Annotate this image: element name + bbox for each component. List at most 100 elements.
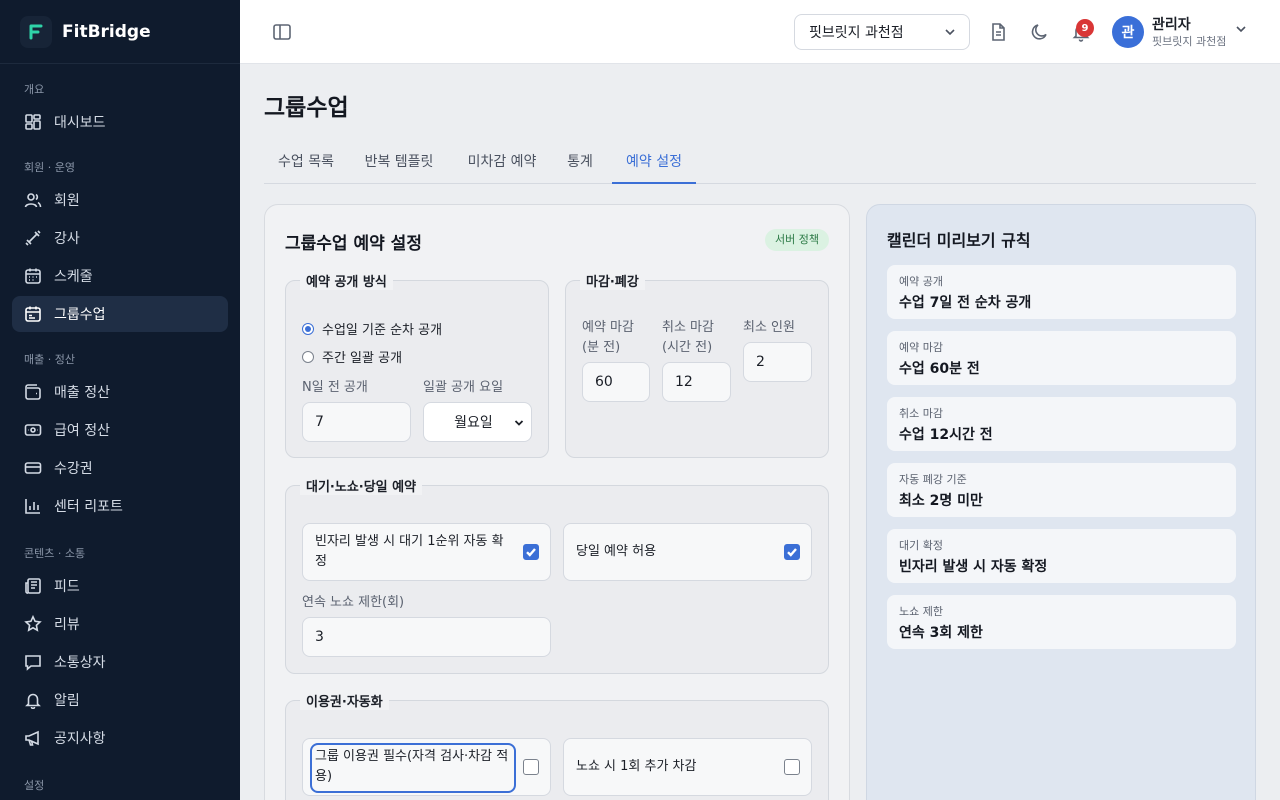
weekday-select-value: 월요일 [454, 415, 493, 431]
avatar[interactable]: 관 [1112, 16, 1144, 48]
dumbbell-icon [24, 229, 42, 247]
same-day-option[interactable]: 당일 예약 허용 [563, 523, 812, 581]
sidebar-item-sales-settlement[interactable]: 매출 정산 [12, 374, 228, 410]
rule-value: 연속 3회 제한 [899, 625, 983, 641]
rule-value: 수업 60분 전 [899, 361, 980, 377]
require-pass-option[interactable]: 그룹 이용권 필수(자격 검사·차감 적 용) [302, 738, 551, 796]
tab-class-list[interactable]: 수업 목록 [264, 140, 348, 184]
waitlist-legend: 대기·노쇼·당일 예약 [300, 476, 423, 495]
sidebar-item-members[interactable]: 회원 [12, 182, 228, 218]
calendar-check-icon [24, 305, 42, 323]
weekday-select[interactable]: 월요일 [423, 402, 532, 442]
sidebar-item-reviews[interactable]: 리뷰 [12, 606, 228, 642]
noshow-limit-input[interactable]: 3 [302, 617, 551, 657]
auto-confirm-label: 빈자리 발생 시 대기 1순위 자동 확 [315, 534, 504, 549]
auto-confirm-option[interactable]: 빈자리 발생 시 대기 1순위 자동 확 정 [302, 523, 551, 581]
sidebar-item-group-class[interactable]: 그룹수업 [12, 296, 228, 332]
branch-select-value: 핏브릿지 과천점 [809, 25, 904, 41]
rule-key: 노쇼 제한 [899, 605, 943, 618]
calendar-preview-panel: 캘린더 미리보기 규칙 예약 공개 수업 7일 전 순차 공개 예약 마감 수업… [866, 204, 1256, 800]
auto-confirm-label-cont: 정 [315, 554, 327, 569]
check-icon [787, 548, 797, 557]
rule-key: 자동 폐강 기준 [899, 473, 967, 486]
fitbridge-logo-icon [20, 15, 52, 48]
sidebar-toggle-button[interactable] [270, 20, 294, 44]
open-method-legend: 예약 공개 방식 [300, 271, 393, 290]
booking-settings-card: 그룹수업 예약 설정 서버 정책 예약 공개 방식 수업일 기준 순차 공개 주… [264, 204, 850, 800]
calendar-icon [24, 267, 42, 285]
newspaper-icon [24, 577, 42, 595]
user-name[interactable]: 관리자 [1152, 14, 1191, 34]
cancel-deadline-label: 취소 마감 [662, 320, 714, 335]
branch-select[interactable]: 핏브릿지 과천점 [794, 14, 970, 50]
wallet-icon [24, 383, 42, 401]
sidebar-item-label: 공지사항 [54, 731, 106, 747]
rule-card: 예약 마감 수업 60분 전 [887, 331, 1236, 385]
brand[interactable]: FitBridge [0, 0, 240, 64]
document-button[interactable] [987, 21, 1009, 43]
sidebar-item-center-report[interactable]: 센터 리포트 [12, 488, 228, 524]
noshow-deduct-option[interactable]: 노쇼 시 1회 추가 차감 [563, 738, 812, 796]
require-pass-checkbox[interactable] [523, 759, 539, 775]
tab-stats[interactable]: 통계 [558, 140, 602, 184]
tab-booking-settings[interactable]: 예약 설정 [612, 140, 696, 184]
message-icon [24, 653, 42, 671]
auto-confirm-checkbox[interactable] [523, 544, 539, 560]
sidebar-item-label: 회원 [54, 193, 80, 209]
sidebar-item-announcements[interactable]: 공지사항 [12, 720, 228, 756]
same-day-checkbox[interactable] [784, 544, 800, 560]
sidebar-item-instructors[interactable]: 강사 [12, 220, 228, 256]
tab-undeducted-bookings[interactable]: 미차감 예약 [454, 140, 550, 184]
radio-label: 주간 일괄 공개 [322, 351, 403, 366]
dark-mode-button[interactable] [1029, 21, 1051, 43]
credit-card-icon [24, 459, 42, 477]
noshow-deduct-label: 노쇼 시 1회 추가 차감 [576, 759, 697, 774]
cancel-deadline-unit: (시간 전) [662, 340, 713, 355]
open-method-fieldset: 예약 공개 방식 수업일 기준 순차 공개 주간 일괄 공개 N일 전 공개 7… [285, 271, 549, 458]
require-pass-label: 그룹 이용권 필수(자격 검사·차감 적 [315, 749, 509, 764]
days-before-input[interactable]: 7 [302, 402, 411, 442]
page-title: 그룹수업 [264, 95, 349, 121]
server-policy-badge: 서버 정책 [765, 229, 829, 251]
booking-deadline-unit: (분 전) [582, 340, 621, 355]
moon-icon [1031, 24, 1047, 40]
require-pass-label-cont: 용) [315, 769, 333, 784]
pass-fieldset: 이용권·자동화 그룹 이용권 필수(자격 검사·차감 적 용) 노쇼 시 1회 … [285, 691, 829, 800]
nav-section-members: 회원 · 운영 [24, 161, 75, 174]
sidebar-item-label: 매출 정산 [54, 385, 110, 401]
rule-card: 대기 확정 빈자리 발생 시 자동 확정 [887, 529, 1236, 583]
deadline-legend: 마감·폐강 [580, 271, 645, 290]
sidebar-item-inbox[interactable]: 소통상자 [12, 644, 228, 680]
sidebar-item-feed[interactable]: 피드 [12, 568, 228, 604]
sidebar-item-label: 알림 [54, 693, 80, 709]
radio-weekly-open[interactable]: 주간 일괄 공개 [302, 347, 402, 366]
megaphone-icon [24, 729, 42, 747]
min-people-label: 최소 인원 [743, 320, 795, 335]
sidebar-item-dashboard[interactable]: 대시보드 [12, 104, 228, 140]
days-before-label: N일 전 공개 [302, 380, 368, 395]
min-people-input[interactable]: 2 [743, 342, 812, 382]
radio-button[interactable] [302, 350, 314, 363]
noshow-deduct-checkbox[interactable] [784, 759, 800, 775]
rule-card: 노쇼 제한 연속 3회 제한 [887, 595, 1236, 649]
document-icon [992, 23, 1005, 41]
rule-card: 자동 폐강 기준 최소 2명 미만 [887, 463, 1236, 517]
sidebar: FitBridge 개요 대시보드 회원 · 운영 회원 강사 스케줄 그룹수업… [0, 0, 240, 800]
radio-sequential-open[interactable]: 수업일 기준 순차 공개 [302, 319, 442, 338]
nav-section-settings: 설정 [24, 779, 45, 792]
user-menu-chevron-icon[interactable] [1234, 22, 1248, 36]
sidebar-item-schedule[interactable]: 스케줄 [12, 258, 228, 294]
booking-deadline-input[interactable]: 60 [582, 362, 650, 402]
sidebar-item-payroll[interactable]: 급여 정산 [12, 412, 228, 448]
tab-repeat-templates[interactable]: 반복 템플릿 [352, 140, 446, 184]
sidebar-item-notifications[interactable]: 알림 [12, 682, 228, 718]
rule-key: 예약 마감 [899, 341, 943, 354]
weekday-label: 일괄 공개 요일 [423, 380, 504, 395]
rule-key: 대기 확정 [899, 539, 943, 552]
cancel-deadline-input[interactable]: 12 [662, 362, 731, 402]
radio-button-selected[interactable] [302, 322, 314, 335]
sidebar-item-label: 강사 [54, 231, 80, 247]
banknote-icon [24, 421, 42, 439]
user-branch: 핏브릿지 과천점 [1152, 35, 1227, 48]
sidebar-item-passes[interactable]: 수강권 [12, 450, 228, 486]
